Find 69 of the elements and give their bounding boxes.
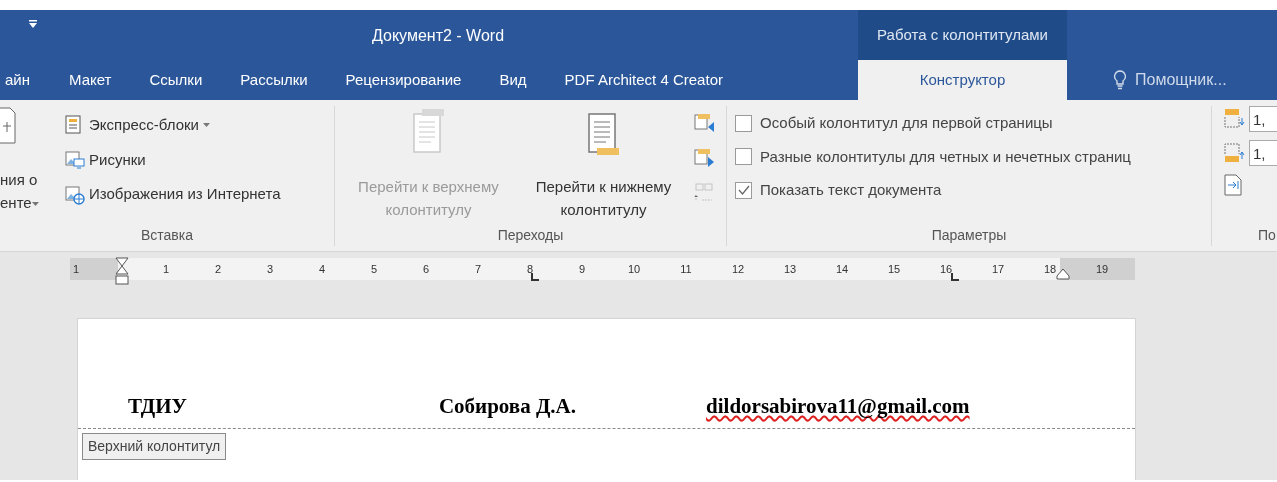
checkbox[interactable] [735, 181, 752, 199]
ruler-number: 16 [939, 262, 953, 277]
ribbon-button[interactable]: Экспресс-блоки [62, 112, 284, 139]
ribbon-tab[interactable]: Макет [50, 60, 131, 100]
ruler-number: 7 [474, 262, 482, 277]
ribbon-tab[interactable]: PDF Architect 4 Creator [545, 60, 742, 100]
ribbon-tab[interactable]: Ссылки [130, 60, 222, 100]
ruler-number: 5 [370, 262, 378, 277]
check-icon [737, 185, 750, 196]
ruler-number: 14 [835, 262, 849, 277]
next-icon [694, 148, 715, 169]
checkbox-label: Особый колонтитул для первой страницы [760, 113, 1053, 133]
online-picture-icon [65, 183, 85, 205]
link-to-previous-icon [694, 183, 715, 204]
ruler-number: 1 [162, 262, 170, 277]
group-label: По [1257, 226, 1277, 245]
ruler-number: 15 [887, 262, 901, 277]
header-position-icon [1224, 109, 1245, 129]
ruler-number: 3 [266, 262, 274, 277]
ribbon-tab[interactable]: айн [0, 60, 50, 100]
group-label: Параметры [930, 226, 1008, 245]
customize-toolbar-icon[interactable] [28, 19, 38, 29]
ribbon-tab[interactable]: Конструктор [858, 60, 1067, 100]
text-box-button[interactable]: ния о енте [0, 166, 62, 217]
header-text: Собирова Д.А. [438, 393, 577, 417]
lightbulb-icon [1113, 70, 1127, 90]
header-tag: Верхний колонтитул [82, 433, 227, 460]
ruler-number: 2 [214, 262, 222, 277]
ribbon-tab[interactable]: Вид [480, 60, 546, 100]
ruler-number: 1 [73, 262, 80, 277]
group-label: Переходы [496, 226, 565, 245]
ruler-number: 17 [991, 262, 1005, 277]
indent-marker-icon[interactable] [115, 257, 129, 287]
document-icon [0, 106, 16, 146]
ruler-number: 8 [526, 262, 534, 277]
alignment-tab-icon[interactable] [1224, 174, 1242, 196]
ruler-number: 9 [578, 262, 586, 277]
ribbon-button[interactable]: Изображения из Интернета [62, 181, 284, 208]
tab-stop-icon[interactable] [530, 272, 540, 282]
ruler-number: 18 [1043, 262, 1057, 277]
ribbon-button[interactable]: Перейти к нижнему колонтитулу [516, 106, 691, 225]
checkbox[interactable] [735, 114, 752, 132]
checkbox-label: Разные колонтитулы для четных и нечетных страниц [760, 146, 1131, 167]
ruler-number: 13 [783, 262, 797, 277]
tell-me-box[interactable]: Помощник... [1135, 68, 1227, 92]
ruler-number: 4 [318, 262, 326, 277]
ribbon-tab[interactable]: Рецензирование [326, 60, 481, 100]
window-title: Документ2 - Word [372, 26, 505, 46]
previous-icon [694, 114, 715, 135]
header-text: dildorsabirova11@gmail.com [706, 393, 970, 417]
number-field[interactable]: 1, [1249, 140, 1277, 166]
number-field[interactable]: 1, [1249, 106, 1277, 132]
context-tab-header: Работа с колонтитулами [858, 10, 1067, 60]
ruler-number: 6 [422, 262, 430, 277]
ruler-number: 11 [680, 262, 692, 277]
ruler-number: 12 [731, 262, 745, 277]
ribbon-button[interactable]: Рисунки [62, 146, 284, 173]
ruler-number: 10 [627, 262, 641, 277]
group-label: Вставка [139, 226, 194, 245]
caret-icon [31, 201, 40, 208]
checkbox[interactable] [735, 148, 752, 166]
picture-icon [65, 149, 85, 171]
header-text: ТДИУ [128, 393, 187, 417]
footer-position-icon [1224, 143, 1245, 163]
tab-stop-icon[interactable] [950, 272, 960, 282]
checkbox-label: Показать текст документа [760, 180, 942, 200]
right-indent-marker-icon[interactable] [1056, 268, 1070, 280]
ruler-number: 19 [1095, 262, 1109, 277]
ribbon-tab[interactable]: Рассылки [221, 60, 327, 100]
